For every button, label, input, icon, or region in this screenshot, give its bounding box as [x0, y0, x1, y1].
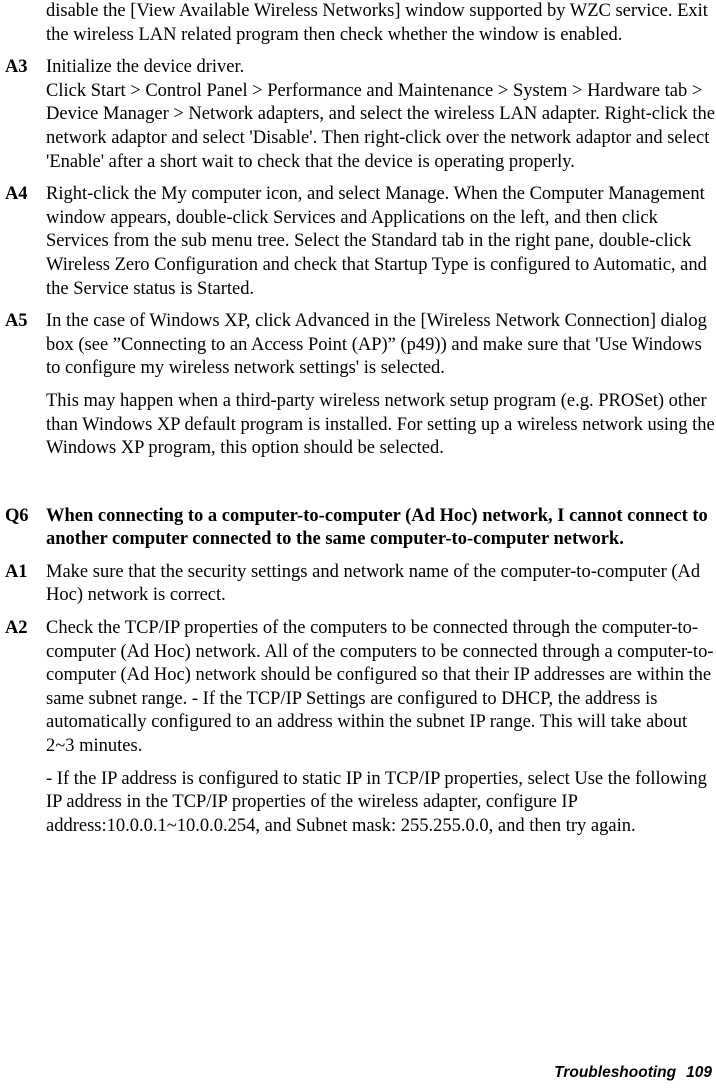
entry-label-a1: A1	[5, 561, 28, 582]
entry-body-a5-p2: This may happen when a third-party wirel…	[46, 390, 715, 459]
entry-body-a5-p1: In the case of Windows XP, click Advance…	[46, 311, 707, 379]
page-footer: Troubleshooting 109	[0, 1064, 712, 1082]
entry-label-a4: A4	[5, 184, 28, 205]
answer-entry-a1: A1 Make sure that the security settings …	[0, 561, 716, 608]
answer-entry-a2: A2 Check the TCP/IP properties of the co…	[0, 617, 716, 838]
entry-body-a2-p1: Check the TCP/IP properties of the compu…	[46, 618, 714, 757]
entry-label-a3: A3	[5, 57, 28, 78]
footer-section-title: Troubleshooting	[554, 1064, 677, 1081]
footer-page-number: 109	[686, 1064, 712, 1081]
manual-page: disable the [View Available Wireless Net…	[0, 0, 716, 1090]
entry-body-q6-p1: When connecting to a computer-to-compute…	[46, 505, 708, 550]
entry-body-a2-p2: - If the IP address is configured to sta…	[46, 768, 707, 836]
entry-label-q6: Q6	[5, 505, 29, 526]
entry-body-a3-p1: Initialize the device driver.	[46, 57, 245, 78]
question-entry-q6: Q6 When connecting to a computer-to-comp…	[0, 505, 716, 552]
continued-paragraph: disable the [View Available Wireless Net…	[46, 1, 708, 45]
answer-entry-a4: A4 Right-click the My computer icon, and…	[0, 183, 716, 301]
entry-label-a2: A2	[5, 618, 28, 639]
answer-entry-a3: A3 Initialize the device driver. Click S…	[0, 56, 716, 174]
entry-body-a3-p2: Click Start > Control Panel > Performanc…	[46, 80, 715, 172]
entry-body-a1-p1: Make sure that the security settings and…	[46, 561, 701, 606]
entry-body-a4-p1: Right-click the My computer icon, and se…	[46, 184, 707, 299]
page-content: disable the [View Available Wireless Net…	[0, 0, 716, 838]
entry-label-a5: A5	[5, 311, 28, 332]
answer-entry-a5: A5 In the case of Windows XP, click Adva…	[0, 310, 716, 461]
